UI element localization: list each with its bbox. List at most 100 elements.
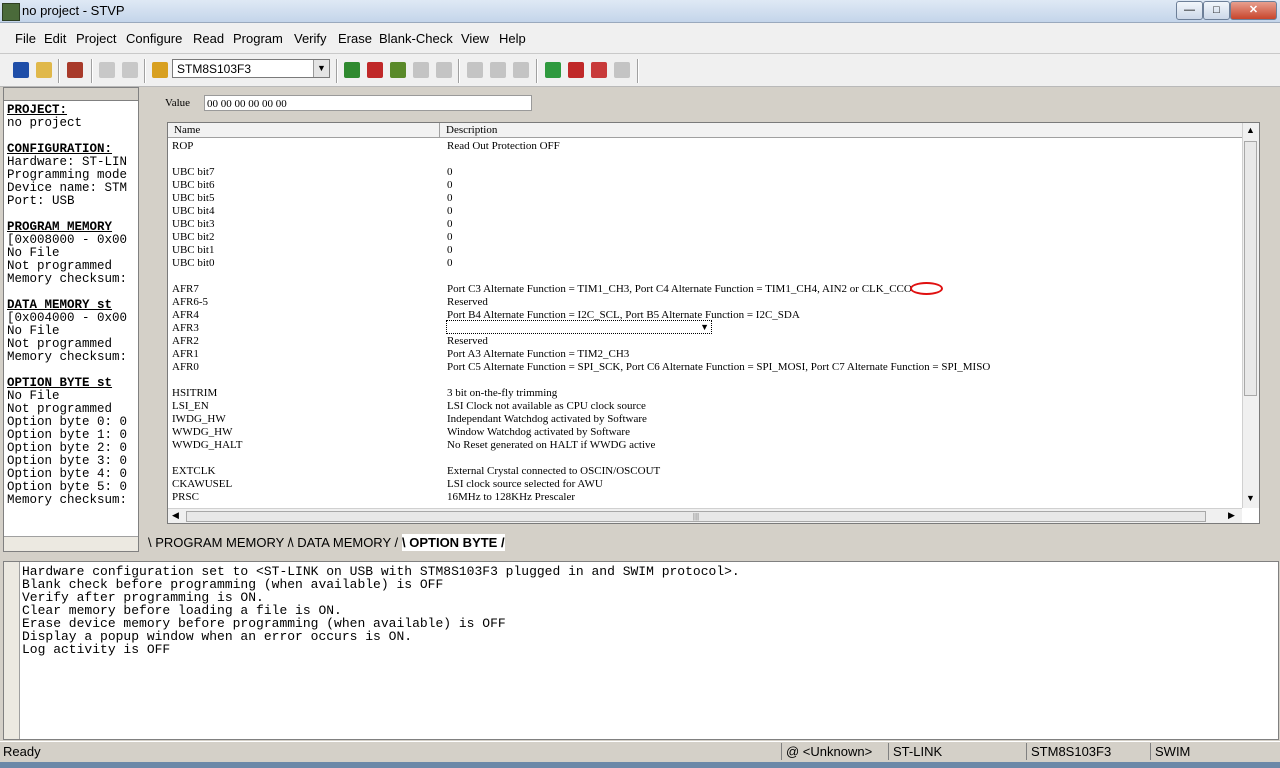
window-title: no project - STVP — [22, 3, 125, 18]
tab-data-memory[interactable]: \ DATA MEMORY / — [290, 534, 398, 551]
row-name: IWDG_HW — [172, 413, 226, 425]
ain2-highlight-circle — [910, 282, 943, 295]
device-select[interactable]: STM8S103F3 ▼ — [172, 59, 330, 78]
verify-all-icon[interactable] — [513, 62, 529, 78]
table-row[interactable]: CKAWUSEL LSI clock source selected for AW… — [172, 478, 1240, 491]
tab-option-byte[interactable]: \ OPTION BYTE / — [402, 534, 505, 551]
table-row[interactable]: AFR1 Port A3 Alternate Function = TIM2_CH… — [172, 348, 1240, 361]
program-current-tab-icon[interactable] — [367, 62, 383, 78]
table-row[interactable]: AFR2 Reserved — [172, 335, 1240, 348]
table-row[interactable]: AFR7 Port C3 Alternate Function = TIM1_CH… — [172, 283, 1240, 296]
table-row[interactable] — [172, 270, 1240, 283]
table-row[interactable]: UBC bit4 0 — [172, 205, 1240, 218]
table-row[interactable]: AFR6-5 Reserved — [172, 296, 1240, 309]
toolbar-separator — [458, 59, 460, 83]
grid-header: Name Description — [168, 123, 1242, 138]
scroll-up-icon[interactable]: ▲ — [1246, 125, 1255, 135]
log-text: Hardware configuration set to <ST-LINK o… — [22, 565, 740, 656]
tab-program-memory[interactable]: \ PROGRAM MEMORY / — [148, 534, 291, 551]
column-header-description[interactable]: Description — [446, 124, 497, 136]
log-output: Hardware configuration set to <ST-LINK o… — [3, 561, 1279, 740]
table-row[interactable] — [172, 153, 1240, 166]
vertical-scroll-thumb[interactable] — [1244, 141, 1257, 396]
table-row[interactable]: UBC bit1 0 — [172, 244, 1240, 257]
scroll-left-icon[interactable]: ◀ — [172, 510, 179, 521]
section-line: Memory checksum: — [7, 493, 128, 507]
chevron-down-icon[interactable]: ▼ — [700, 321, 709, 333]
table-row[interactable]: UBC bit7 0 — [172, 166, 1240, 179]
program-all-icon[interactable] — [490, 62, 506, 78]
program-option-icon[interactable] — [568, 62, 584, 78]
row-name: AFR2 — [172, 335, 199, 347]
status-device: STM8S103F3 — [1026, 743, 1151, 760]
minimize-button[interactable]: — — [1176, 1, 1203, 20]
paste-icon[interactable] — [122, 62, 138, 78]
table-row[interactable]: LSI_EN LSI Clock not available as CPU clo… — [172, 400, 1240, 413]
menu-configure[interactable]: Configure — [126, 31, 182, 46]
menu-project[interactable]: Project — [76, 31, 116, 46]
column-header-name[interactable]: Name — [174, 124, 200, 136]
erase-current-tab-icon[interactable] — [413, 62, 429, 78]
row-description: 0 — [447, 231, 453, 243]
grid-horizontal-scrollbar[interactable]: ◀ ||| ▶ — [168, 508, 1242, 523]
table-row[interactable]: WWDG_HW Window Watchdog activated by Soft… — [172, 426, 1240, 439]
compare-option-icon[interactable] — [614, 62, 630, 78]
menu-view[interactable]: View — [461, 31, 489, 46]
menu-program[interactable]: Program — [233, 31, 283, 46]
save-icon[interactable] — [13, 62, 29, 78]
toolbar-separator — [144, 59, 146, 83]
table-row[interactable]: UBC bit2 0 — [172, 231, 1240, 244]
table-row[interactable]: UBC bit5 0 — [172, 192, 1240, 205]
table-row[interactable]: UBC bit6 0 — [172, 179, 1240, 192]
row-description: 0 — [447, 192, 453, 204]
status-protocol: SWIM — [1150, 743, 1279, 760]
maximize-button[interactable]: □ — [1203, 1, 1230, 20]
table-row[interactable]: IWDG_HW Independant Watchdog activated by… — [172, 413, 1240, 426]
status-ready: Ready — [3, 744, 41, 759]
afr3-dropdown[interactable]: ▼ — [446, 320, 712, 334]
read-option-icon[interactable] — [545, 62, 561, 78]
row-description: 0 — [447, 244, 453, 256]
grid-vertical-scrollbar[interactable]: ▲ ▼ — [1242, 123, 1259, 508]
open-folder-icon[interactable] — [36, 62, 52, 78]
table-row[interactable]: PRSC 16MHz to 128KHz Prescaler — [172, 491, 1240, 504]
chevron-down-icon[interactable]: ▼ — [313, 60, 329, 77]
table-row[interactable] — [172, 452, 1240, 465]
menu-erase[interactable]: Erase — [338, 31, 372, 46]
blank-check-current-tab-icon[interactable] — [436, 62, 452, 78]
menu-blank-check[interactable]: Blank-Check — [379, 31, 453, 46]
menu-verify[interactable]: Verify — [294, 31, 327, 46]
table-row[interactable]: AFR0 Port C5 Alternate Function = SPI_SCK… — [172, 361, 1240, 374]
table-row[interactable]: ROP Read Out Protection OFF — [172, 140, 1240, 153]
row-name: UBC bit4 — [172, 205, 215, 217]
row-name: EXTCLK — [172, 465, 216, 477]
row-name: CKAWUSEL — [172, 478, 233, 490]
menu-file[interactable]: File — [15, 31, 36, 46]
menu-edit[interactable]: Edit — [44, 31, 66, 46]
column-divider[interactable] — [439, 123, 440, 137]
table-row[interactable] — [172, 374, 1240, 387]
read-current-tab-icon[interactable] — [344, 62, 360, 78]
verify-option-icon[interactable] — [591, 62, 607, 78]
toolbar-separator — [637, 59, 639, 83]
verify-current-tab-icon[interactable] — [390, 62, 406, 78]
taskbar — [0, 762, 1280, 768]
row-name: UBC bit3 — [172, 218, 215, 230]
table-row[interactable]: EXTCLK External Crystal connected to OSCI… — [172, 465, 1240, 478]
table-row[interactable]: WWDG_HALT No Reset generated on HALT if W… — [172, 439, 1240, 452]
copy-icon[interactable] — [99, 62, 115, 78]
project-icon[interactable] — [67, 62, 83, 78]
read-all-icon[interactable] — [467, 62, 483, 78]
table-row[interactable]: UBC bit0 0 — [172, 257, 1240, 270]
left-horizontal-scrollbar[interactable] — [4, 536, 138, 551]
table-row[interactable]: HSITRIM 3 bit on-the-fly trimming — [172, 387, 1240, 400]
menu-bar: File Edit Project Configure Read Program… — [0, 23, 1280, 54]
menu-help[interactable]: Help — [499, 31, 526, 46]
scroll-down-icon[interactable]: ▼ — [1246, 493, 1255, 503]
value-field[interactable]: 00 00 00 00 00 00 — [204, 95, 532, 111]
scroll-right-icon[interactable]: ▶ — [1228, 510, 1235, 521]
table-row[interactable]: UBC bit3 0 — [172, 218, 1240, 231]
close-button[interactable]: ✕ — [1230, 1, 1277, 20]
horizontal-scroll-thumb[interactable]: ||| — [186, 511, 1206, 522]
menu-read[interactable]: Read — [193, 31, 224, 46]
